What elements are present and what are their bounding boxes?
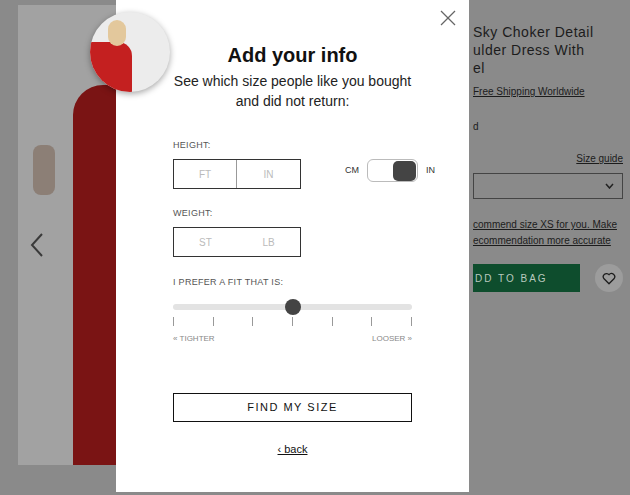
slider-ticks bbox=[173, 317, 412, 326]
slider-knob[interactable] bbox=[285, 299, 301, 315]
unit-toggle[interactable] bbox=[367, 159, 418, 182]
previous-arrow-icon[interactable] bbox=[30, 232, 44, 258]
fit-label: I PREFER A FIT THAT IS: bbox=[173, 276, 283, 288]
cm-label: CM bbox=[345, 164, 359, 178]
product-info: Sky Choker Detailulder Dress Withel Free… bbox=[473, 0, 623, 292]
unit-toggle-group: CM IN bbox=[345, 159, 435, 182]
product-thumbnail bbox=[90, 12, 170, 92]
title-line: ulder Dress With bbox=[473, 41, 623, 59]
tighter-label: « TIGHTER bbox=[173, 333, 215, 345]
slider-track bbox=[173, 304, 412, 310]
chevron-down-icon bbox=[605, 183, 614, 189]
pounds-input[interactable] bbox=[237, 228, 300, 256]
height-field bbox=[173, 159, 301, 189]
recommendation-line: ecommendation more accurate bbox=[473, 233, 623, 249]
in-label: IN bbox=[426, 164, 435, 178]
weight-label: WEIGHT: bbox=[173, 207, 213, 219]
add-to-bag-button[interactable]: DD TO BAG bbox=[473, 264, 580, 292]
looser-label: LOOSER » bbox=[372, 333, 412, 345]
recommendation-line: commend size XS for you. Make bbox=[473, 217, 623, 233]
size-modal: Add your info See which size people like… bbox=[116, 0, 469, 492]
find-my-size-button[interactable]: FIND MY SIZE bbox=[173, 393, 412, 422]
title-line: el bbox=[473, 59, 623, 77]
wishlist-button[interactable] bbox=[595, 264, 623, 292]
height-label: HEIGHT: bbox=[173, 139, 211, 151]
feet-input[interactable] bbox=[174, 160, 237, 188]
modal-title: Add your info bbox=[228, 41, 358, 69]
size-guide-link[interactable]: Size guide bbox=[576, 152, 623, 166]
title-line: Sky Choker Detail bbox=[473, 23, 623, 41]
inches-input[interactable] bbox=[237, 160, 300, 188]
modal-subtitle: See which size people like you bought an… bbox=[168, 71, 418, 111]
size-select[interactable] bbox=[473, 173, 623, 199]
heart-icon bbox=[602, 272, 616, 285]
shipping-link[interactable]: Free Shipping Worldwide bbox=[473, 85, 623, 99]
back-link[interactable]: ‹ back bbox=[278, 441, 308, 457]
stones-input[interactable] bbox=[174, 228, 237, 256]
close-icon[interactable] bbox=[440, 10, 456, 26]
product-text: d bbox=[473, 120, 623, 134]
page: Sky Choker Detailulder Dress Withel Free… bbox=[0, 0, 630, 495]
size-recommendation[interactable]: commend size XS for you. Makeecommendati… bbox=[473, 217, 623, 249]
fit-slider[interactable] bbox=[173, 299, 412, 315]
weight-field bbox=[173, 227, 301, 257]
product-title: Sky Choker Detailulder Dress Withel bbox=[473, 23, 623, 77]
